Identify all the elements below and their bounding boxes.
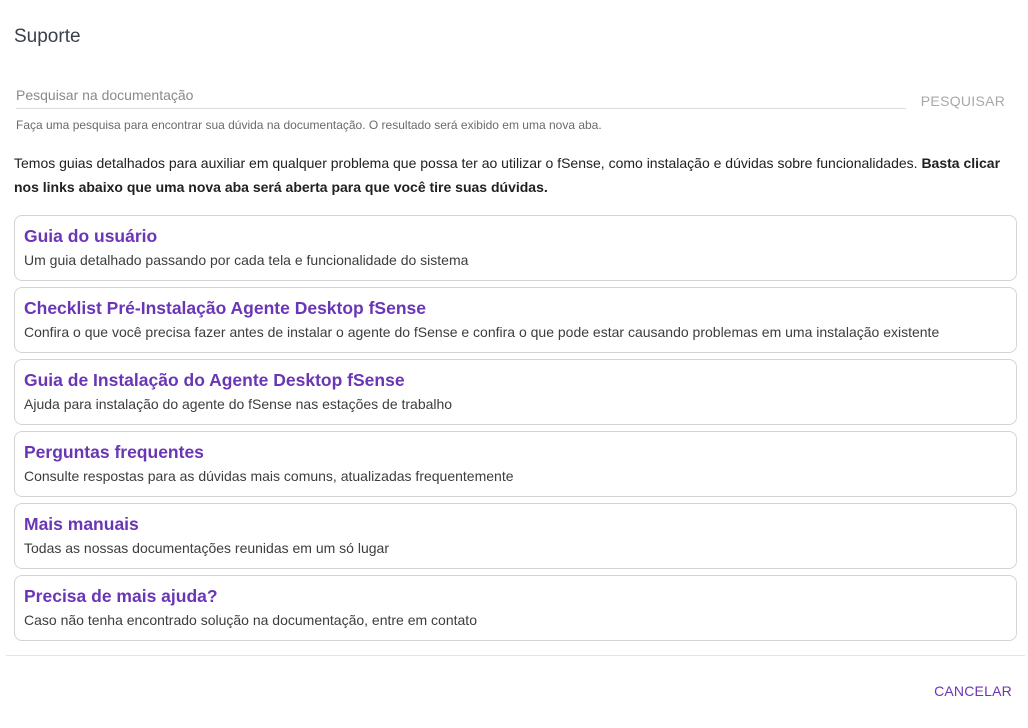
link-more-manuals[interactable]: Mais manuais Todas as nossas documentaçõ… bbox=[14, 503, 1017, 569]
intro-text: Temos guias detalhados para auxiliar em … bbox=[14, 151, 1014, 199]
link-description: Caso não tenha encontrado solução na doc… bbox=[24, 612, 477, 628]
link-description: Todas as nossas documentações reunidas e… bbox=[24, 540, 389, 556]
link-title: Guia do usuário bbox=[24, 226, 158, 246]
link-title: Precisa de mais ajuda? bbox=[24, 586, 218, 606]
cancel-button[interactable]: CANCELAR bbox=[930, 680, 1016, 702]
link-title: Checklist Pré-Instalação Agente Desktop … bbox=[24, 298, 426, 318]
search-hint: Faça uma pesquisa para encontrar sua dúv… bbox=[16, 118, 602, 132]
link-install-guide[interactable]: Guia de Instalação do Agente Desktop fSe… bbox=[14, 359, 1017, 425]
footer-divider bbox=[6, 655, 1025, 656]
search-field bbox=[16, 84, 906, 109]
link-faq[interactable]: Perguntas frequentes Consulte respostas … bbox=[14, 431, 1017, 497]
link-user-guide[interactable]: Guia do usuário Um guia detalhado passan… bbox=[14, 215, 1017, 281]
link-pre-install-checklist[interactable]: Checklist Pré-Instalação Agente Desktop … bbox=[14, 287, 1017, 353]
link-title: Guia de Instalação do Agente Desktop fSe… bbox=[24, 370, 405, 390]
link-description: Confira o que você precisa fazer antes d… bbox=[24, 324, 940, 340]
link-title: Perguntas frequentes bbox=[24, 442, 204, 462]
dialog-title: Suporte bbox=[14, 26, 81, 47]
link-title: Mais manuais bbox=[24, 514, 139, 534]
search-input[interactable] bbox=[16, 84, 906, 106]
support-dialog: Suporte PESQUISAR Faça uma pesquisa para… bbox=[0, 0, 1028, 728]
link-more-help[interactable]: Precisa de mais ajuda? Caso não tenha en… bbox=[14, 575, 1017, 641]
search-button[interactable]: PESQUISAR bbox=[916, 90, 1010, 112]
link-description: Ajuda para instalação do agente do fSens… bbox=[24, 396, 453, 412]
link-description: Um guia detalhado passando por cada tela… bbox=[24, 252, 469, 268]
documentation-links: Guia do usuário Um guia detalhado passan… bbox=[14, 215, 1017, 647]
intro-text-regular: Temos guias detalhados para auxiliar em … bbox=[14, 155, 922, 171]
link-description: Consulte respostas para as dúvidas mais … bbox=[24, 468, 514, 484]
